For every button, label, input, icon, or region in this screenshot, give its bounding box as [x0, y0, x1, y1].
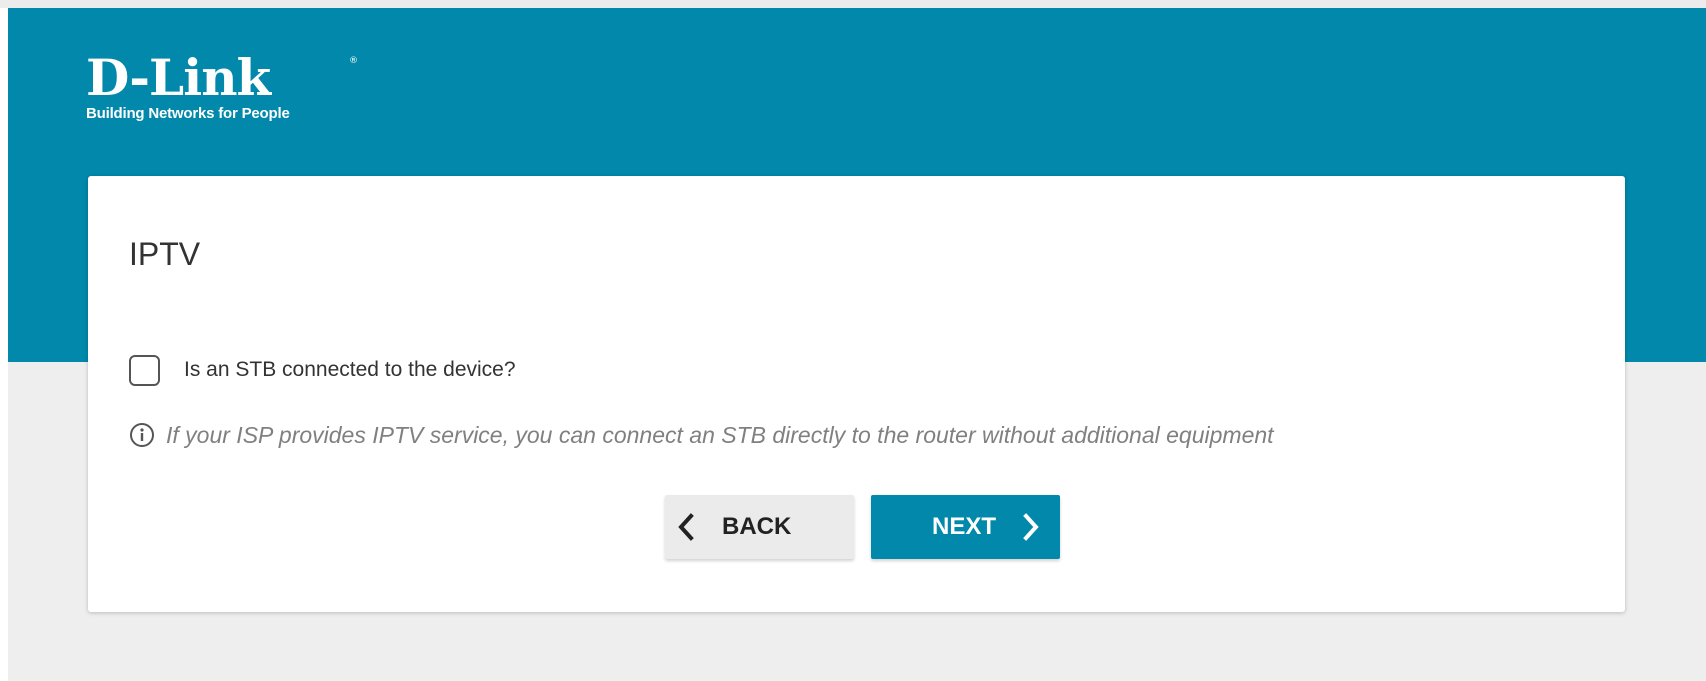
- stb-checkbox-row[interactable]: Is an STB connected to the device?: [129, 353, 516, 387]
- wizard-buttons: BACK NEXT: [665, 495, 1060, 559]
- page-title: IPTV: [129, 236, 201, 272]
- stb-checkbox-label[interactable]: Is an STB connected to the device?: [184, 358, 516, 382]
- back-button[interactable]: BACK: [665, 495, 854, 559]
- info-icon: [130, 423, 154, 447]
- page: D-Link ® Building Networks for People IP…: [8, 8, 1706, 681]
- logo-tagline: Building Networks for People: [86, 105, 290, 122]
- logo-registered-mark: ®: [349, 56, 358, 66]
- chevron-left-icon: [678, 513, 694, 541]
- top-strip: [0, 0, 1706, 8]
- next-button-label: NEXT: [932, 513, 997, 540]
- wizard-card: IPTV Is an STB connected to the device? …: [88, 176, 1625, 612]
- back-button-label: BACK: [722, 513, 792, 540]
- logo-wordmark: D-Link: [86, 48, 271, 107]
- stb-checkbox[interactable]: [129, 354, 160, 386]
- d-link-logo: D-Link ® Building Networks for People: [86, 48, 358, 122]
- hint-text: If your ISP provides IPTV service, you c…: [166, 422, 1274, 448]
- chevron-right-icon: [1023, 513, 1039, 541]
- hint-row: If your ISP provides IPTV service, you c…: [129, 420, 1274, 450]
- next-button[interactable]: NEXT: [871, 495, 1060, 559]
